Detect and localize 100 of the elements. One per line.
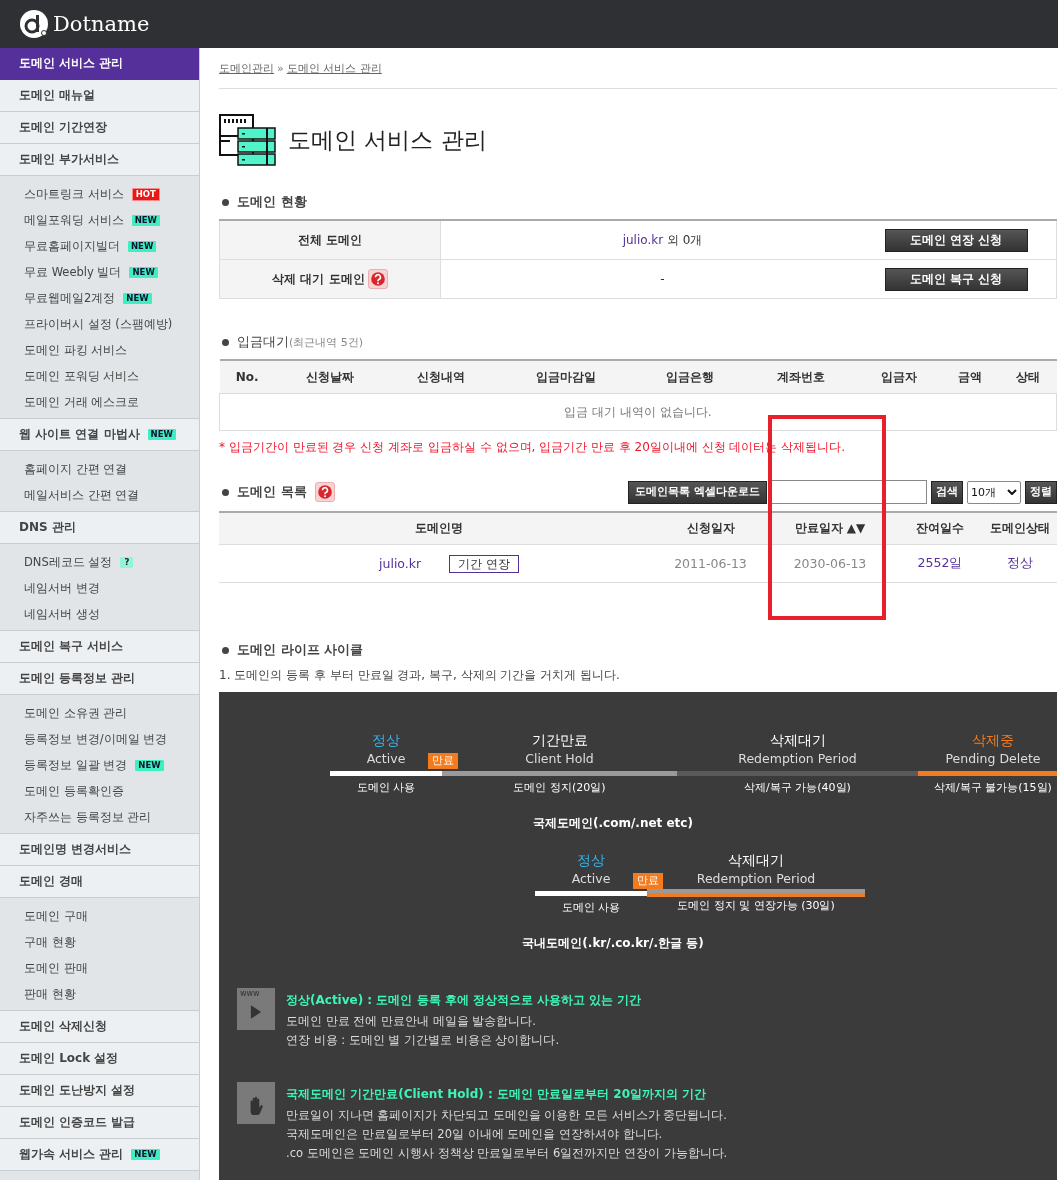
- sidebar-item[interactable]: 도메인 매뉴얼: [0, 80, 199, 112]
- sidebar-item[interactable]: 도메인 Lock 설정: [0, 1043, 199, 1075]
- phase-name: 삭제대기: [728, 852, 784, 870]
- sidebar-subitem[interactable]: 메일포워딩 서비스 NEW: [0, 207, 199, 233]
- section-note: (최근내역 5건): [289, 334, 364, 350]
- sidebar-subitem[interactable]: 자주쓰는 등록정보 관리: [0, 804, 199, 830]
- phase-english: Active: [571, 871, 611, 888]
- phase-name: 삭제대기: [769, 732, 826, 750]
- bullet-icon: [222, 646, 229, 654]
- column-header: 상태: [998, 360, 1057, 394]
- status-badge: HOT: [131, 187, 160, 201]
- phase-english: Active: [366, 751, 406, 768]
- sidebar-subitem[interactable]: 구매 현황: [0, 929, 199, 955]
- status-badge: NEW: [131, 1149, 160, 1160]
- expiry-marker: 만료: [633, 873, 663, 889]
- domain-link[interactable]: julio.kr: [379, 556, 422, 571]
- sidebar-subitem[interactable]: 홈페이지 간편 연결: [0, 456, 199, 482]
- phase-english: Redemption Period: [696, 871, 816, 888]
- sidebar-subitem[interactable]: 도메인 소유권 관리: [0, 700, 199, 726]
- phase-english: Redemption Period: [738, 751, 857, 768]
- status-badge: NEW: [129, 266, 158, 278]
- sidebar-subitem[interactable]: 메일서비스 간편 연결: [0, 482, 199, 508]
- info-title: 국제도메인 기간만료(Client Hold) : 도메인 만료일로부터 20일까지의 기간: [286, 1086, 708, 1103]
- info-title: 정상(Active) : 도메인 등록 후에 정상적으로 사용하고 있는 기간: [286, 992, 642, 1009]
- info-text: 국제도메인은 만료일로부터 20일 이내에 도메인을 연장하셔야 합니다.: [286, 1126, 664, 1143]
- sidebar-subitem[interactable]: 도메인 파킹 서비스: [0, 337, 199, 363]
- sidebar-subitem[interactable]: 네임서버 변경: [0, 575, 199, 601]
- sidebar-subitem[interactable]: 도메인 포워딩 서비스: [0, 363, 199, 389]
- hand-icon: [237, 1082, 275, 1124]
- column-header: 신청내역: [385, 360, 497, 394]
- phase-detail: 삭제/복구 가능(40일): [744, 780, 851, 795]
- search-button[interactable]: 검색: [931, 480, 963, 504]
- sidebar-item[interactable]: 도메인 기간연장: [0, 112, 199, 144]
- breadcrumb-link[interactable]: 도메인 서비스 관리: [286, 60, 382, 76]
- row-value: -: [660, 272, 665, 286]
- search-field[interactable]: [771, 480, 927, 504]
- action-button[interactable]: 도메인 연장 신청: [885, 228, 1028, 252]
- section-heading: 입금대기: [237, 333, 289, 351]
- column-header: 신청날짜: [274, 360, 386, 394]
- sidebar-item[interactable]: DNS 관리: [0, 512, 199, 544]
- play-icon: www: [237, 988, 275, 1030]
- section-heading: 도메인 목록: [237, 483, 307, 501]
- table-cell: 2552일: [898, 544, 982, 583]
- sidebar-item[interactable]: 도메인 경매: [0, 866, 199, 898]
- phase-detail: 도메인 정지 및 연장가능 (30일): [677, 898, 835, 913]
- phase-detail: 삭제/복구 불가능(15일): [934, 780, 1052, 795]
- column-header: 도메인상태: [982, 512, 1057, 545]
- sidebar-subitem[interactable]: DNS레코드 설정 ?: [0, 549, 199, 575]
- column-header: 입금자: [856, 360, 941, 394]
- diagram-caption: 국내도메인(.kr/.co.kr/.한글 등): [521, 935, 705, 952]
- sidebar-subitem[interactable]: 네임서버 생성: [0, 601, 199, 627]
- sidebar-item[interactable]: 도메인 서비스 관리: [0, 48, 199, 80]
- info-text: .co 도메인은 도메인 시행사 정책상 만료일로부터 6일전까지만 연장이 가능합니다.: [286, 1145, 728, 1162]
- column-header: No.: [219, 360, 275, 394]
- sidebar-subitem[interactable]: 도메인 판매: [0, 955, 199, 981]
- sidebar-subitem[interactable]: 무료웹메일2계정 NEW: [0, 285, 199, 311]
- sidebar-item[interactable]: 웹가속 서비스 관리 NEW: [0, 1139, 199, 1171]
- phase-name: 기간만료: [531, 732, 588, 750]
- sidebar-item[interactable]: 도메인 부가서비스: [0, 144, 199, 176]
- status-badge: NEW: [135, 759, 164, 771]
- sidebar-subitem[interactable]: 등록정보 변경/이메일 변경: [0, 726, 199, 752]
- bullet-icon: [222, 488, 229, 496]
- diagram-caption: 국제도메인(.com/.net etc): [532, 815, 694, 832]
- status-badge: NEW: [147, 429, 176, 440]
- status-badge: NEW: [131, 214, 160, 226]
- info-text: 만료일이 지나면 홈페이지가 차단되고 도메인을 이용한 모든 서비스가 중단됩니다.: [286, 1107, 728, 1124]
- sidebar-item[interactable]: 도메인 인증코드 발급: [0, 1107, 199, 1139]
- sidebar-subitem[interactable]: 등록정보 일괄 변경 NEW: [0, 752, 199, 778]
- phase-english: Client Hold: [525, 751, 594, 768]
- sidebar-item[interactable]: 웹 사이트 연결 마법사 NEW: [0, 419, 199, 451]
- sidebar-subitem[interactable]: 판매 현황: [0, 981, 199, 1007]
- column-header: 잔여일수: [898, 512, 982, 545]
- sidebar-subitem[interactable]: 무료홈페이지빌더 NEW: [0, 233, 199, 259]
- section-heading: 도메인 라이프 사이클: [237, 641, 364, 659]
- sidebar-subitem[interactable]: 무료 Weebly 빌더 NEW: [0, 259, 199, 285]
- phase-english: Pending Delete: [945, 751, 1041, 768]
- sidebar-item[interactable]: 도메인 도난방지 설정: [0, 1075, 199, 1107]
- column-header: 입금마감일: [496, 360, 635, 394]
- column-header: 신청일자: [659, 512, 762, 545]
- export-button[interactable]: 도메인목록 엑셀다운로드: [628, 480, 767, 504]
- column-header: 도메인명: [219, 512, 659, 545]
- sort-button[interactable]: 정렬: [1025, 480, 1057, 504]
- sidebar-subitem[interactable]: 도메인 거래 에스크로: [0, 389, 199, 415]
- sidebar-subitem[interactable]: 도메인 등록확인증: [0, 778, 199, 804]
- expiry-marker: 만료: [428, 753, 458, 769]
- column-header: 입금은행: [634, 360, 746, 394]
- phase-detail: 도메인 정지(20일): [513, 780, 606, 795]
- breadcrumb-link[interactable]: 도메인관리: [219, 60, 274, 76]
- sidebar-item[interactable]: 도메인 복구 서비스: [0, 631, 199, 663]
- page-size-select[interactable]: 10개: [967, 480, 1021, 504]
- sidebar-subitem[interactable]: 프라이버시 설정 (스팸예방): [0, 311, 199, 337]
- sidebar-item[interactable]: 도메인 등록정보 관리: [0, 663, 199, 695]
- sidebar-subitem[interactable]: 도메인 구매: [0, 903, 199, 929]
- sidebar-subitem[interactable]: 스마트링크 서비스 HOT: [0, 181, 199, 207]
- sidebar-item[interactable]: 도메인명 변경서비스: [0, 834, 199, 866]
- section-heading: 도메인 현황: [237, 193, 307, 211]
- renew-button[interactable]: 기간 연장: [449, 554, 519, 573]
- action-button[interactable]: 도메인 복구 신청: [885, 267, 1028, 291]
- sidebar-item[interactable]: 도메인 삭제신청: [0, 1011, 199, 1043]
- breadcrumb-separator: »: [277, 61, 284, 75]
